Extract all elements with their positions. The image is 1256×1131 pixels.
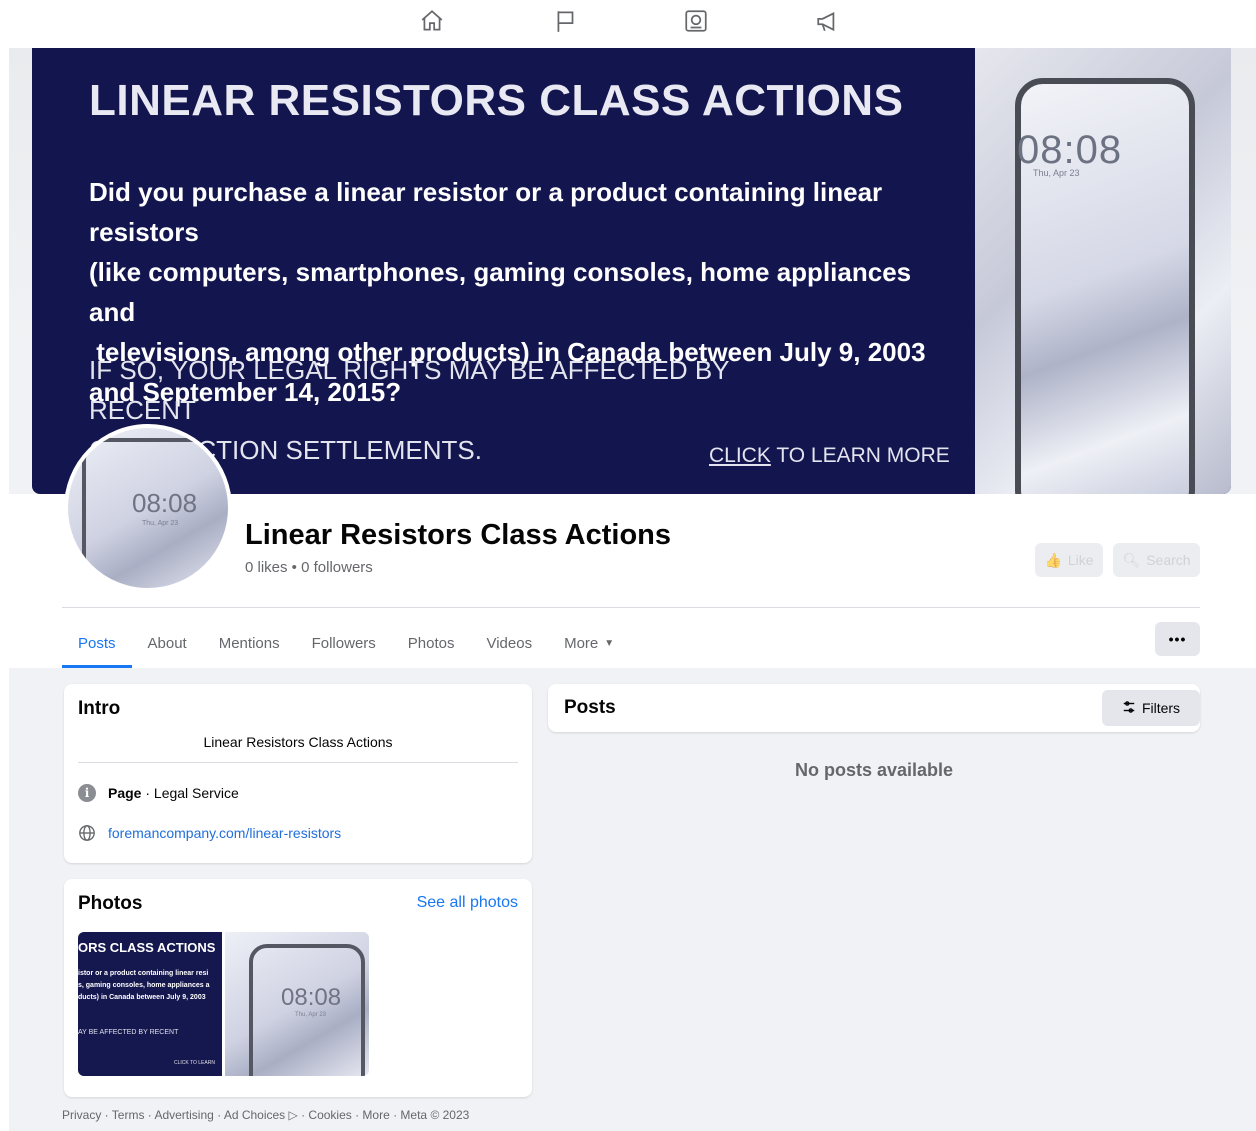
megaphone-icon[interactable]: [815, 8, 843, 36]
globe-icon: [78, 824, 96, 842]
footer-links[interactable]: Privacy · Terms · Advertising · Ad Choic…: [62, 1108, 469, 1122]
page-title: Linear Resistors Class Actions: [245, 519, 672, 551]
intro-category: i Page · Legal Service: [78, 784, 239, 802]
filters-button[interactable]: Filters: [1102, 690, 1200, 726]
cover-cta[interactable]: CLICK TO LEARN MORE: [709, 444, 950, 468]
search-icon: 🔍︎: [1122, 551, 1141, 568]
intro-bio: Linear Resistors Class Actions: [203, 734, 393, 750]
phone-date: Thu, Apr 23: [1033, 168, 1080, 178]
tab-posts[interactable]: Posts: [62, 620, 132, 668]
intro-divider: [78, 762, 518, 763]
phone-time: 08:08: [1017, 128, 1123, 172]
photo-thumbnail-phone[interactable]: 08:08 Thu, Apr 23: [225, 932, 369, 1076]
profile-tabs: Posts About Mentions Followers Photos Vi…: [62, 620, 630, 668]
top-navigation: [0, 0, 1256, 44]
tab-mentions[interactable]: Mentions: [203, 620, 296, 666]
photo-thumbnail-cover[interactable]: ORS CLASS ACTIONS istor or a product con…: [78, 932, 222, 1076]
tab-followers[interactable]: Followers: [296, 620, 392, 666]
cover-photo[interactable]: LINEAR RESISTORS CLASS ACTIONS Did you p…: [32, 48, 1231, 494]
cover-cta-link[interactable]: CLICK: [709, 444, 771, 467]
caret-down-icon: ▼: [604, 637, 615, 649]
thumbs-up-icon: 👍: [1044, 551, 1062, 568]
header-divider: [62, 607, 1200, 608]
tab-about[interactable]: About: [132, 620, 203, 666]
website-link[interactable]: foremancompany.com/linear-resistors: [108, 825, 341, 841]
page-stats: 0 likes • 0 followers: [245, 559, 373, 576]
news-icon[interactable]: [683, 8, 711, 36]
cover-title: LINEAR RESISTORS CLASS ACTIONS: [89, 76, 904, 125]
flag-icon[interactable]: [553, 8, 581, 36]
see-all-photos-link[interactable]: See all photos: [417, 894, 518, 912]
filters-icon: [1122, 700, 1136, 717]
intro-title: Intro: [78, 698, 121, 719]
intro-card: Intro Linear Resistors Class Actions i P…: [64, 684, 532, 863]
more-options-button[interactable]: •••: [1155, 622, 1200, 656]
no-posts-message: No posts available: [794, 760, 954, 780]
posts-card: Posts Filters: [548, 684, 1200, 732]
avatar[interactable]: 08:08 Thu, Apr 23: [64, 424, 232, 592]
cover-phone-image: 08:08 Thu, Apr 23: [975, 48, 1231, 494]
tab-videos[interactable]: Videos: [470, 620, 548, 666]
tab-photos[interactable]: Photos: [392, 620, 471, 666]
home-icon[interactable]: [419, 8, 447, 36]
like-button[interactable]: 👍 Like: [1035, 543, 1103, 577]
photos-card: Photos See all photos ORS CLASS ACTIONS …: [64, 879, 532, 1097]
search-button[interactable]: 🔍︎ Search: [1113, 543, 1200, 577]
tab-more[interactable]: More ▼: [548, 620, 630, 666]
photos-title: Photos: [78, 893, 143, 914]
posts-title: Posts: [564, 697, 616, 718]
intro-website: foremancompany.com/linear-resistors: [78, 824, 341, 842]
info-icon: i: [78, 784, 96, 802]
